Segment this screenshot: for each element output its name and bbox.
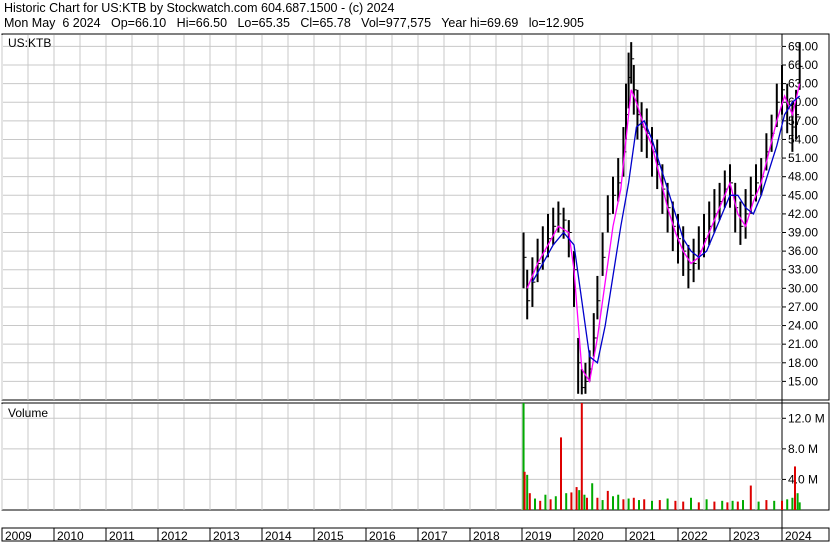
x-tick-label: 2014	[265, 529, 292, 543]
volume-bar	[612, 496, 614, 510]
x-tick-label: 2023	[733, 529, 760, 543]
volume-tick-label: 12.0 M	[788, 411, 825, 425]
volume-bar	[666, 498, 669, 510]
volume-bar	[549, 499, 552, 510]
y-tick-label: 63.00	[788, 77, 818, 91]
volume-bar	[575, 487, 578, 510]
volume-bar	[580, 403, 583, 510]
volume-bar	[526, 474, 529, 510]
volume-bar	[534, 498, 536, 510]
volume-bar	[791, 497, 794, 510]
y-tick-label: 51.00	[788, 151, 818, 165]
volume-bar	[798, 502, 801, 510]
volume-bar	[596, 497, 599, 510]
volume-bar	[627, 498, 630, 510]
volume-bar	[583, 494, 586, 510]
volume-bar	[721, 500, 724, 510]
volume-bar	[796, 493, 799, 510]
stock-chart: Historic Chart for US:KTB by Stockwatch.…	[0, 0, 830, 543]
volume-bar	[544, 494, 547, 510]
volume-bar	[528, 493, 531, 510]
volume-bar	[674, 500, 677, 510]
volume-bar	[713, 501, 716, 510]
volume-bar	[697, 502, 700, 510]
y-tick-label: 27.00	[788, 300, 818, 314]
volume-bar	[638, 500, 640, 510]
volume-bar	[773, 500, 776, 510]
volume-bar	[781, 500, 783, 510]
volume-bar	[554, 496, 557, 510]
x-tick-label: 2015	[317, 529, 344, 543]
volume-panel-label: Volume	[8, 406, 48, 420]
volume-bar	[682, 501, 685, 510]
volume-bar	[560, 437, 562, 510]
x-tick-label: 2016	[369, 529, 396, 543]
y-tick-label: 18.00	[788, 356, 818, 370]
volume-bar	[757, 501, 760, 510]
x-tick-label: 2013	[213, 529, 240, 543]
y-tick-label: 24.00	[788, 319, 818, 333]
volume-bar	[643, 499, 646, 510]
volume-bar	[606, 490, 609, 510]
volume-bar	[601, 500, 604, 510]
volume-bar	[578, 490, 581, 510]
x-tick-label: 2020	[577, 529, 604, 543]
volume-bar	[565, 493, 568, 510]
x-tick-label: 2012	[161, 529, 188, 543]
volume-bar	[726, 502, 729, 510]
y-tick-label: 36.00	[788, 244, 818, 258]
volume-bar	[705, 499, 708, 510]
y-tick-label: 15.00	[788, 374, 818, 388]
x-tick-label: 2018	[473, 529, 500, 543]
chart-canvas: 2009 2010 2011 2012 2013 2014 2015 2016 2017 2018…	[1, 33, 830, 543]
y-tick-label: 66.00	[788, 58, 818, 72]
y-tick-label: 69.00	[788, 39, 818, 53]
volume-bar	[786, 499, 789, 510]
volume-bar	[591, 483, 594, 510]
volume-bar	[731, 500, 734, 510]
x-tick-label: 2011	[109, 529, 135, 543]
x-tick-label: 2022	[681, 529, 708, 543]
x-tick-label: 2024	[785, 529, 812, 543]
price-panel-label: US:KTB	[8, 36, 51, 50]
y-tick-label: 33.00	[788, 263, 818, 277]
moving-average-long-line	[531, 95, 801, 364]
y-tick-label: 21.00	[788, 337, 818, 351]
volume-bar	[622, 499, 625, 510]
volume-tick-label: 4.0 M	[788, 472, 818, 486]
volume-bar	[749, 485, 752, 510]
x-tick-label: 2019	[525, 529, 552, 543]
y-tick-label: 45.00	[788, 188, 818, 202]
y-tick-label: 39.00	[788, 226, 818, 240]
x-tick-label: 2009	[5, 529, 32, 543]
volume-bar	[539, 500, 542, 510]
volume-bar	[736, 501, 739, 510]
volume-tick-label: 8.0 M	[788, 442, 818, 456]
volume-bar	[651, 500, 653, 510]
y-tick-label: 48.00	[788, 170, 818, 184]
volume-bar	[658, 500, 661, 510]
volume-bar	[586, 497, 588, 510]
volume-bar	[690, 497, 692, 510]
volume-bar	[617, 494, 620, 510]
volume-bar	[523, 471, 526, 510]
volume-bar	[742, 500, 744, 510]
volume-panel-frame	[1, 402, 830, 511]
x-tick-label: 2021	[629, 529, 656, 543]
volume-bar	[794, 466, 796, 510]
x-tick-label: 2017	[421, 529, 448, 543]
volume-bar	[570, 492, 573, 510]
y-tick-label: 42.00	[788, 207, 818, 221]
volume-bar	[765, 500, 768, 510]
volume-bar	[632, 497, 635, 510]
y-tick-label: 30.00	[788, 281, 818, 295]
x-tick-label: 2010	[57, 529, 84, 543]
